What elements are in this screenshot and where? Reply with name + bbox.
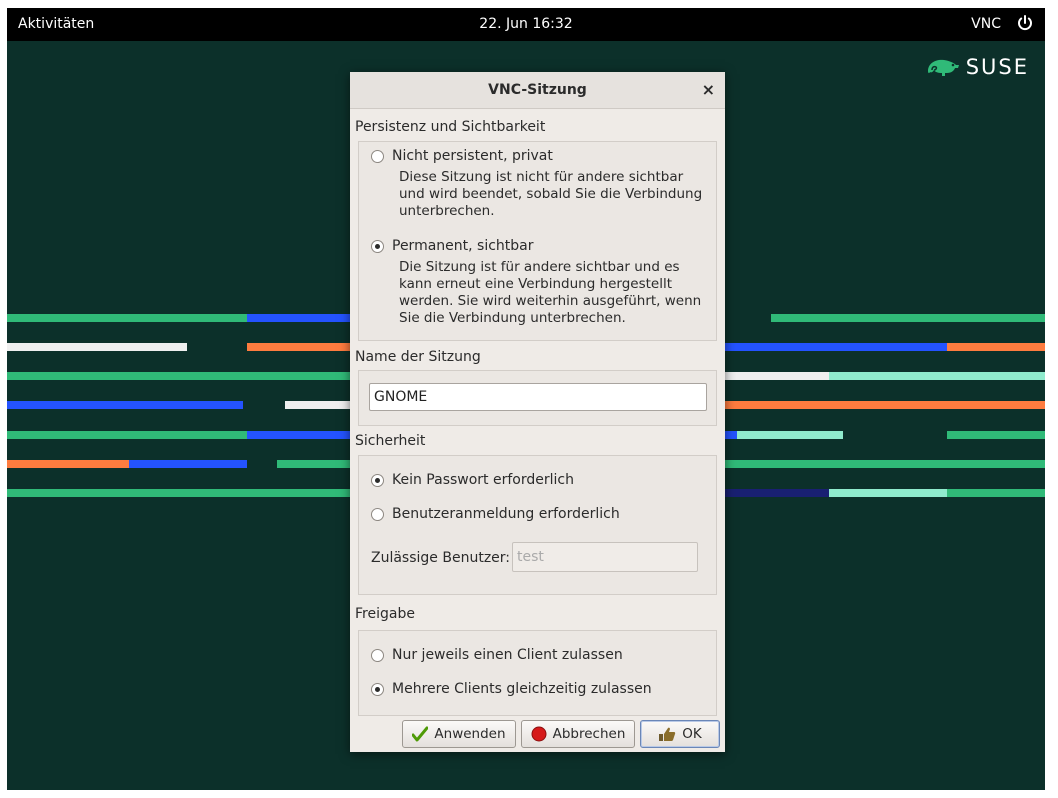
radio-button-checked[interactable] bbox=[371, 682, 384, 696]
stripe bbox=[829, 372, 1045, 380]
ok-label: OK bbox=[682, 726, 702, 742]
radio-label: Permanent, sichtbar bbox=[392, 238, 534, 254]
radio-label: Nur jeweils einen Client zulassen bbox=[392, 647, 623, 663]
stripe bbox=[947, 431, 1045, 439]
allowed-users-input[interactable]: test bbox=[512, 542, 698, 572]
radio-label: Mehrere Clients gleichzeitig zulassen bbox=[392, 681, 652, 697]
desktop: Aktivitäten 22. Jun 16:32 VNC SUSE VNC-S… bbox=[7, 8, 1045, 790]
option-description: Die Sitzung ist für andere sichtbar und … bbox=[399, 259, 702, 326]
radio-label: Kein Passwort erforderlich bbox=[392, 472, 574, 488]
radio-label: Nicht persistent, privat bbox=[392, 148, 553, 164]
checkmark-icon bbox=[412, 726, 429, 742]
session-name-frame: GNOME bbox=[358, 370, 717, 426]
stripe bbox=[771, 314, 1045, 322]
stripe bbox=[7, 372, 357, 380]
stripe bbox=[247, 314, 357, 322]
dialog-title: VNC-Sitzung bbox=[488, 82, 587, 98]
radio-button-unchecked[interactable] bbox=[371, 149, 384, 163]
stripe bbox=[247, 343, 357, 351]
security-section-title: Sicherheit bbox=[355, 433, 426, 449]
stripe bbox=[717, 401, 1045, 409]
vnc-session-dialog: VNC-Sitzung × Persistenz und Sichtbarkei… bbox=[350, 72, 725, 752]
radio-button-unchecked[interactable] bbox=[371, 507, 384, 521]
stripe bbox=[129, 460, 247, 468]
stripe bbox=[947, 489, 1045, 497]
security-frame: Kein Passwort erforderlich Benutzeranmel… bbox=[358, 455, 717, 595]
apply-button[interactable]: Anwenden bbox=[402, 720, 516, 748]
persistence-section-title: Persistenz und Sichtbarkeit bbox=[355, 119, 546, 135]
stripe bbox=[7, 343, 187, 351]
stripe bbox=[717, 460, 1045, 468]
radio-single-client[interactable]: Nur jeweils einen Client zulassen bbox=[371, 647, 623, 663]
cancel-button[interactable]: Abbrechen bbox=[521, 720, 635, 748]
stripe bbox=[247, 431, 357, 439]
sharing-frame: Nur jeweils einen Client zulassen Mehrer… bbox=[358, 630, 717, 716]
cancel-label: Abbrechen bbox=[552, 726, 626, 742]
radio-button-checked[interactable] bbox=[371, 473, 384, 487]
stripe bbox=[7, 401, 243, 409]
suse-logo: SUSE bbox=[926, 52, 1029, 82]
close-icon[interactable]: × bbox=[702, 72, 715, 108]
radio-multiple-clients[interactable]: Mehrere Clients gleichzeitig zulassen bbox=[371, 681, 652, 697]
ok-button[interactable]: OK bbox=[640, 720, 720, 748]
sharing-section-title: Freigabe bbox=[355, 606, 415, 622]
top-bar: Aktivitäten 22. Jun 16:32 VNC bbox=[7, 8, 1045, 41]
radio-non-persistent[interactable]: Nicht persistent, privat bbox=[371, 148, 553, 164]
stripe bbox=[737, 431, 843, 439]
stripe bbox=[285, 401, 357, 409]
radio-button-checked[interactable] bbox=[371, 239, 384, 253]
chameleon-icon bbox=[927, 59, 959, 76]
radio-button-unchecked[interactable] bbox=[371, 648, 384, 662]
apply-label: Anwenden bbox=[434, 726, 506, 742]
stripe bbox=[717, 343, 947, 351]
stripe bbox=[947, 343, 1045, 351]
session-name-input[interactable]: GNOME bbox=[369, 383, 707, 411]
radio-label: Benutzeranmeldung erforderlich bbox=[392, 506, 620, 522]
suse-wordmark: SUSE bbox=[965, 55, 1029, 79]
radio-permanent[interactable]: Permanent, sichtbar bbox=[371, 238, 534, 254]
vnc-indicator[interactable]: VNC bbox=[971, 16, 1001, 32]
stripe bbox=[7, 460, 129, 468]
stop-icon bbox=[531, 726, 547, 742]
stripe bbox=[7, 314, 247, 322]
stripe bbox=[829, 489, 947, 497]
session-name-title: Name der Sitzung bbox=[355, 349, 481, 365]
persistence-frame: Nicht persistent, privat Diese Sitzung i… bbox=[358, 141, 717, 341]
stripe bbox=[277, 460, 357, 468]
power-icon[interactable] bbox=[1015, 13, 1035, 33]
radio-no-password[interactable]: Kein Passwort erforderlich bbox=[371, 472, 574, 488]
dialog-titlebar: VNC-Sitzung × bbox=[350, 72, 725, 109]
option-description: Diese Sitzung ist nicht für andere sicht… bbox=[399, 169, 703, 219]
ok-thumb-icon bbox=[659, 727, 676, 741]
radio-user-login[interactable]: Benutzeranmeldung erforderlich bbox=[371, 506, 620, 522]
stripe bbox=[717, 372, 829, 380]
clock[interactable]: 22. Jun 16:32 bbox=[7, 16, 1045, 32]
allowed-users-label: Zulässige Benutzer: bbox=[371, 550, 511, 566]
stripe bbox=[7, 431, 247, 439]
stripe bbox=[7, 489, 357, 497]
stripe bbox=[717, 489, 829, 497]
